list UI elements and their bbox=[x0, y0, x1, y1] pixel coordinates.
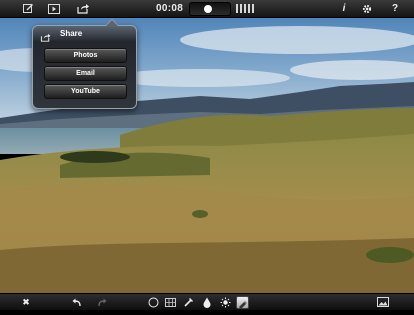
popover-arrow bbox=[105, 19, 119, 26]
circle-tool-icon[interactable] bbox=[147, 295, 159, 309]
share-icon bbox=[40, 29, 51, 47]
playback-scrubber[interactable] bbox=[189, 2, 231, 16]
share-popover: Share Photos Email YouTube bbox=[32, 19, 137, 109]
grid-tool-icon[interactable] bbox=[164, 295, 176, 309]
undo-icon[interactable] bbox=[71, 295, 83, 309]
frame-strip-icon[interactable] bbox=[236, 4, 254, 13]
play-preview-icon[interactable] bbox=[47, 2, 61, 15]
top-toolbar: 00:08 i ? bbox=[0, 0, 414, 18]
timecode: 00:08 bbox=[156, 3, 184, 14]
eraser-tool-icon[interactable] bbox=[236, 296, 249, 309]
gear-icon[interactable] bbox=[360, 2, 374, 15]
close-icon[interactable]: ✖ bbox=[20, 295, 32, 309]
bottom-toolbar: ✖ bbox=[0, 293, 414, 310]
tool-selector bbox=[147, 295, 251, 309]
redo-icon[interactable] bbox=[96, 295, 108, 309]
help-icon[interactable]: ? bbox=[388, 2, 402, 15]
drop-tool-icon[interactable] bbox=[201, 295, 213, 309]
share-icon[interactable] bbox=[76, 2, 90, 15]
edit-icon[interactable] bbox=[21, 2, 35, 15]
share-email-button[interactable]: Email bbox=[44, 66, 127, 81]
info-icon[interactable]: i bbox=[337, 2, 351, 15]
brightness-tool-icon[interactable] bbox=[219, 295, 231, 309]
share-photos-button[interactable]: Photos bbox=[44, 48, 127, 63]
share-youtube-button[interactable]: YouTube bbox=[44, 84, 127, 99]
popover-title: Share bbox=[60, 29, 83, 38]
photo-library-icon[interactable] bbox=[376, 295, 390, 309]
brush-tool-icon[interactable] bbox=[183, 295, 195, 309]
scrubber-knob[interactable] bbox=[204, 5, 212, 13]
